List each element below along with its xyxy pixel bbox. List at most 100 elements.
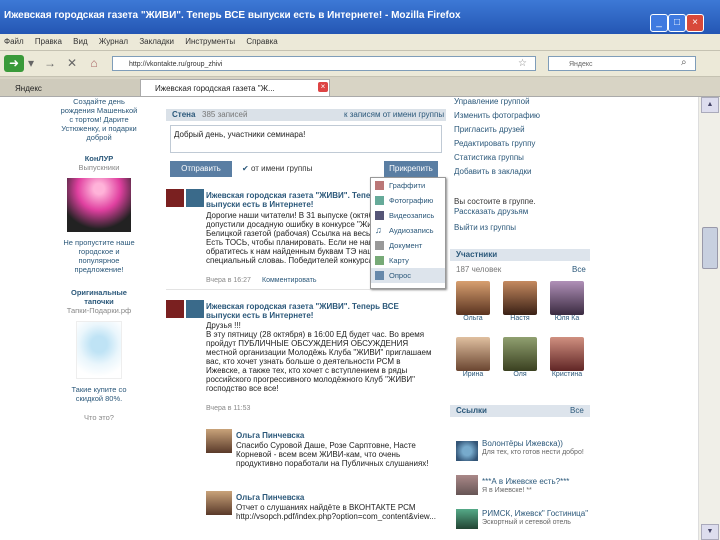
menu-tools[interactable]: Инструменты — [185, 37, 235, 46]
minimize-button[interactable]: _ — [650, 14, 668, 32]
search-input[interactable]: Яндекс — [548, 56, 696, 71]
group-avatar[interactable] — [166, 189, 184, 207]
ad1-dress-image[interactable] — [67, 178, 131, 232]
commenter-avatar[interactable] — [206, 429, 232, 453]
friend-photo — [550, 337, 584, 371]
scroll-up-icon[interactable]: ▲ — [701, 97, 719, 113]
scroll-thumb[interactable] — [702, 227, 718, 269]
link3-image[interactable] — [456, 509, 478, 529]
links-header: Ссылки Все — [450, 405, 590, 417]
ad2-title[interactable]: Оригинальные тапочки — [60, 288, 138, 306]
attach-video[interactable]: Видеозапись — [371, 208, 445, 223]
tab-yandex[interactable]: Яндекс — [0, 79, 140, 96]
menu-edit[interactable]: Правка — [35, 37, 62, 46]
members-all-link[interactable]: Все — [572, 265, 586, 274]
menu-bookmarks[interactable]: Закладки — [139, 37, 174, 46]
menu-view[interactable]: Вид — [73, 37, 87, 46]
post2-author[interactable]: Ижевская городская газета "ЖИВИ". Теперь… — [206, 302, 426, 320]
attach-map[interactable]: Карту — [371, 253, 445, 268]
left-column: Создайте день рождения Машенькой с торто… — [60, 97, 138, 422]
manage-group-link[interactable]: Управление группой — [454, 97, 530, 106]
attach-dropdown: Граффити Фотографию Видеозапись ♫ Аудиоза… — [370, 177, 446, 289]
ad2-slippers-image[interactable] — [76, 321, 122, 379]
web-page: Создайте день рождения Машенькой с торто… — [0, 97, 698, 540]
change-photo-link[interactable]: Изменить фотографию — [454, 111, 540, 120]
friend-5[interactable]: Оля — [500, 337, 540, 378]
tell-friends-link[interactable]: Рассказать друзьям — [454, 207, 528, 216]
friend-photo — [456, 337, 490, 371]
url-field[interactable]: http://vkontakte.ru/group_zhivi — [112, 56, 536, 71]
bookmark-link[interactable]: Добавить в закладки — [454, 167, 532, 176]
comment2-author[interactable]: Ольга Пинчевска — [236, 493, 304, 502]
history-dropdown-icon[interactable]: ▾ — [26, 55, 36, 72]
wall-input-value: Добрый день, участники семинара! — [174, 130, 306, 139]
back-button[interactable]: ➜ — [4, 55, 24, 72]
ad2-text[interactable]: Такие купите со скидкой 80%. — [60, 385, 138, 403]
friend-photo — [503, 337, 537, 371]
vertical-scrollbar[interactable]: ▲ ▼ — [698, 97, 720, 540]
links-all-link[interactable]: Все — [570, 405, 584, 417]
send-button[interactable]: Отправить — [170, 161, 232, 177]
comment1-text: Спасибо Суровой Даше, Розе Сарптовне, На… — [236, 441, 429, 469]
wall-group-link[interactable]: к записям от имени группы — [344, 110, 444, 119]
link1-image[interactable] — [456, 441, 478, 461]
group-avatar[interactable] — [166, 300, 184, 318]
ad-more-link[interactable]: Что это? — [60, 413, 138, 422]
bookmark-star-icon[interactable]: ☆ — [518, 58, 527, 69]
ad1-text[interactable]: Не пропустите наше городское и популярно… — [60, 238, 138, 274]
window-title: Ижевская городская газета "ЖИВИ". Теперь… — [4, 10, 461, 21]
forward-button[interactable]: → — [42, 55, 58, 72]
tab-active[interactable]: Ижевская городская газета "Ж... — [140, 79, 330, 96]
wall-count: 385 записей — [202, 110, 248, 119]
post2-meta: Вчера в 11:53 — [206, 405, 251, 412]
post1-reply[interactable]: Комментировать — [262, 277, 317, 284]
divider — [166, 289, 446, 290]
maximize-button[interactable]: □ — [668, 14, 686, 32]
link1-title[interactable]: Волонтёры Ижевска)) — [482, 439, 590, 448]
ad-top-text[interactable]: Создайте день рождения Машенькой с торто… — [60, 97, 138, 142]
group-stats-link[interactable]: Статистика группы — [454, 153, 524, 162]
home-icon[interactable]: ⌂ — [86, 55, 102, 72]
friend-3[interactable]: Юля Ка — [547, 281, 587, 322]
commenter-avatar[interactable] — [206, 491, 232, 515]
attach-graffiti[interactable]: Граффити — [371, 178, 445, 193]
menu-help[interactable]: Справка — [246, 37, 277, 46]
graffiti-icon — [375, 181, 384, 190]
link3-desc: Эскортный и сетевой отель — [482, 519, 571, 526]
search-icon[interactable]: ⌕ — [681, 57, 687, 68]
attach-photo[interactable]: Фотографию — [371, 193, 445, 208]
close-button[interactable]: × — [686, 14, 704, 32]
attach-button[interactable]: Прикрепить — [384, 161, 438, 177]
friend-photo — [503, 281, 537, 315]
scroll-down-icon[interactable]: ▼ — [701, 524, 719, 540]
link2-title[interactable]: ***А в Ижевске есть?*** — [482, 477, 590, 486]
menu-history[interactable]: Журнал — [99, 37, 128, 46]
friend-6[interactable]: Кристина — [547, 337, 587, 378]
stop-icon[interactable]: ✕ — [64, 55, 80, 72]
link3-title[interactable]: РИМСК, Ижевск" Гостиница" — [482, 509, 590, 518]
group-avatar-2[interactable] — [186, 189, 204, 207]
menu-file[interactable]: Файл — [4, 37, 24, 46]
wall-title: Стена — [172, 110, 196, 119]
ad1-title[interactable]: КонЛУР — [60, 154, 138, 163]
edit-group-link[interactable]: Редактировать группу — [454, 139, 535, 148]
link1-desc: Для тех, кто готов нести добро! — [482, 449, 584, 456]
group-avatar-2[interactable] — [186, 300, 204, 318]
friend-photo — [456, 281, 490, 315]
comment1-author[interactable]: Ольга Пинчевска — [236, 431, 304, 440]
wall-input[interactable]: Добрый день, участники семинара! — [170, 125, 442, 153]
friend-1[interactable]: Ольга — [453, 281, 493, 322]
attach-poll[interactable]: Опрос — [371, 268, 445, 283]
close-tab-icon[interactable]: × — [318, 82, 328, 92]
ad2-subtitle: Тапки-Подарки.рф — [66, 306, 132, 315]
members-header[interactable]: Участники — [450, 249, 590, 261]
attach-audio[interactable]: ♫ Аудиозапись — [371, 223, 445, 238]
link2-image[interactable] — [456, 475, 478, 495]
as-group-checkbox[interactable]: ✔ от имени группы — [242, 164, 312, 173]
leave-group-link[interactable]: Выйти из группы — [454, 223, 516, 232]
invite-friends-link[interactable]: Пригласить друзей — [454, 125, 525, 134]
friend-4[interactable]: Ирина — [453, 337, 493, 378]
links-title[interactable]: Ссылки — [456, 406, 487, 415]
attach-document[interactable]: Документ — [371, 238, 445, 253]
friend-2[interactable]: Настя — [500, 281, 540, 322]
